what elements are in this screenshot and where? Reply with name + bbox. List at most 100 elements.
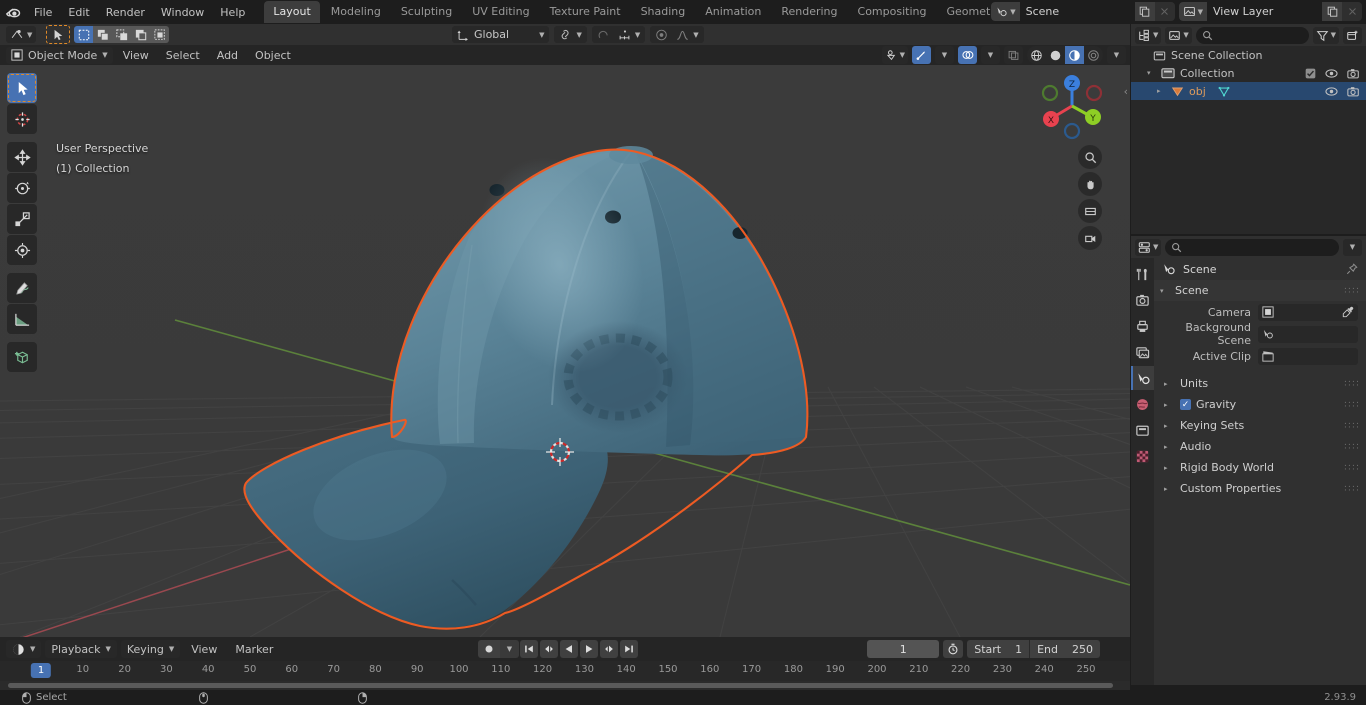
outliner-search-input[interactable] — [1195, 26, 1309, 44]
tab-tool[interactable] — [1131, 262, 1154, 286]
editor-type-icon[interactable]: ▼ — [6, 26, 37, 43]
outliner-filter-icon[interactable]: ▼ — [1312, 26, 1339, 44]
select-set-button[interactable] — [74, 26, 94, 43]
properties-editor-type-icon[interactable]: ▼ — [1135, 238, 1162, 256]
custom-properties-expander-icon[interactable]: ▸ — [1164, 485, 1173, 493]
gizmo-options-chevron[interactable]: ▼ — [935, 46, 954, 64]
tab-world[interactable] — [1131, 392, 1154, 416]
auto-keying-options-chevron[interactable]: ▼ — [500, 640, 519, 658]
keying-sets-expander-icon[interactable]: ▸ — [1164, 422, 1173, 430]
tab-shading[interactable]: Shading — [632, 1, 695, 23]
tab-modeling[interactable]: Modeling — [322, 1, 390, 23]
timeline-editor-type-icon[interactable]: ▼ — [6, 640, 42, 658]
eyedropper-icon[interactable] — [1342, 306, 1354, 318]
play-reverse-button[interactable] — [560, 640, 578, 658]
tool-move[interactable] — [7, 142, 37, 172]
tab-texture-paint[interactable]: Texture Paint — [541, 1, 630, 23]
section-audio[interactable]: ▸ Audio :::: — [1154, 436, 1366, 457]
viewport-menu-select[interactable]: Select — [159, 47, 207, 64]
proportional-falloff-group[interactable]: ▼ — [650, 26, 704, 43]
timeline-menu-marker[interactable]: Marker — [228, 641, 280, 658]
toggle-camera-view-icon[interactable] — [1078, 226, 1102, 250]
timeline-playhead[interactable]: 1 — [30, 663, 52, 678]
visibility-selector[interactable]: ▼ — [881, 46, 908, 64]
play-button[interactable] — [580, 640, 598, 658]
previous-keyframe-button[interactable] — [540, 640, 558, 658]
current-frame-field[interactable]: 1 — [867, 640, 940, 658]
properties-options-chevron[interactable]: ▼ — [1343, 238, 1362, 256]
viewport-sidebar-toggle[interactable]: ‹ — [1124, 85, 1128, 98]
shading-rendered-button[interactable] — [1084, 46, 1103, 64]
gravity-expander-icon[interactable]: ▸ — [1164, 401, 1173, 409]
camera-perspective-icon[interactable] — [1078, 199, 1102, 223]
scene-name[interactable]: Scene — [1019, 2, 1135, 21]
section-units[interactable]: ▸ Units :::: — [1154, 373, 1366, 394]
tab-texture[interactable] — [1131, 444, 1154, 468]
obj-expander-icon[interactable]: ▸ — [1157, 87, 1166, 95]
tool-annotate[interactable] — [7, 273, 37, 303]
start-frame-field[interactable]: Start 1 — [967, 640, 1029, 658]
new-scene-button[interactable] — [1134, 2, 1155, 21]
camera-field[interactable] — [1258, 303, 1358, 321]
section-keying-sets[interactable]: ▸ Keying Sets :::: — [1154, 415, 1366, 436]
obj-visibility-eye-icon[interactable] — [1325, 86, 1338, 97]
collection-render-camera-icon[interactable] — [1347, 68, 1360, 79]
shading-material-preview-button[interactable] — [1065, 46, 1084, 64]
blender-logo-icon[interactable] — [0, 0, 26, 24]
select-subtract-button[interactable] — [112, 26, 132, 43]
tab-animation[interactable]: Animation — [696, 1, 770, 23]
properties-search-input[interactable] — [1165, 238, 1339, 256]
outliner-row-scene-collection[interactable]: Scene Collection — [1131, 46, 1366, 64]
tab-output[interactable] — [1131, 314, 1154, 338]
tool-rotate[interactable] — [7, 173, 37, 203]
jump-to-start-button[interactable] — [520, 640, 538, 658]
collection-visibility-eye-icon[interactable] — [1325, 68, 1338, 79]
active-tool-icon[interactable] — [46, 25, 71, 44]
shading-wireframe-button[interactable] — [1027, 46, 1046, 64]
menu-help[interactable]: Help — [212, 3, 253, 22]
show-gizmo-button[interactable] — [912, 46, 931, 64]
active-clip-field[interactable] — [1258, 347, 1358, 365]
snapping-toggle[interactable]: ▼ — [554, 26, 587, 43]
background-scene-field[interactable] — [1258, 325, 1358, 343]
outliner-row-obj[interactable]: ▸ obj — [1131, 82, 1366, 100]
timeline-ruler[interactable]: 10 20 30 40 50 60 70 80 90 100 110 120 130 140 150 160 1… — [0, 661, 1130, 681]
tab-uv-editing[interactable]: UV Editing — [463, 1, 538, 23]
next-keyframe-button[interactable] — [600, 640, 618, 658]
shading-solid-button[interactable] — [1046, 46, 1065, 64]
new-view-layer-button[interactable] — [1322, 2, 1342, 21]
tab-collection[interactable] — [1131, 418, 1154, 442]
tool-tweak-select[interactable] — [7, 73, 37, 103]
remove-view-layer-button[interactable] — [1342, 2, 1362, 21]
section-custom-properties[interactable]: ▸ Custom Properties :::: — [1154, 478, 1366, 499]
overlay-options-chevron[interactable]: ▼ — [981, 46, 1000, 64]
show-overlays-button[interactable] — [958, 46, 977, 64]
collection-checkbox[interactable] — [1305, 68, 1316, 79]
end-frame-field[interactable]: End 250 — [1029, 640, 1100, 658]
proportional-editing-group[interactable]: ▼ — [591, 26, 646, 43]
timeline-keying-menu[interactable]: Keying ▼ — [120, 640, 181, 658]
units-expander-icon[interactable]: ▸ — [1164, 380, 1173, 388]
tab-view-layer[interactable] — [1131, 340, 1154, 364]
use-preview-range-button[interactable] — [943, 640, 964, 658]
3d-viewport[interactable]: User Perspective (1) Collection Z X Y ‹ — [0, 65, 1130, 637]
tool-transform[interactable] — [7, 235, 37, 265]
select-intersect-button[interactable] — [150, 26, 170, 43]
timeline-menu-view[interactable]: View — [184, 641, 224, 658]
timeline-horizontal-scrollbar[interactable] — [8, 683, 1113, 688]
view-layer-selector[interactable]: ▼ View Layer — [1178, 2, 1362, 21]
xray-toggle-button[interactable] — [1004, 46, 1023, 64]
menu-render[interactable]: Render — [98, 3, 153, 22]
scene-selector[interactable]: ▼ Scene — [991, 2, 1175, 21]
gravity-checkbox[interactable]: ✓ — [1180, 399, 1191, 410]
viewport-menu-add[interactable]: Add — [210, 47, 245, 64]
viewport-menu-object[interactable]: Object — [248, 47, 298, 64]
tab-layout[interactable]: Layout — [264, 1, 320, 23]
viewport-menu-view[interactable]: View — [116, 47, 156, 64]
audio-expander-icon[interactable]: ▸ — [1164, 443, 1173, 451]
pan-hand-icon[interactable] — [1078, 172, 1102, 196]
jump-to-end-button[interactable] — [620, 640, 638, 658]
menu-edit[interactable]: Edit — [60, 3, 97, 22]
tool-measure[interactable] — [7, 304, 37, 334]
tab-render[interactable] — [1131, 288, 1154, 312]
